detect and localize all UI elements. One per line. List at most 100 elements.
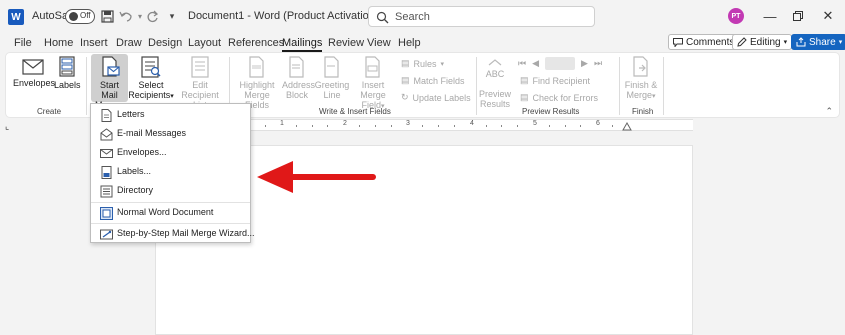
record-number-input[interactable] bbox=[545, 57, 576, 70]
ruler-tick bbox=[565, 125, 566, 127]
menu-item-email-messages[interactable]: E-mail Messages bbox=[91, 125, 250, 144]
tab-home[interactable]: Home bbox=[44, 37, 73, 49]
ruler-tick bbox=[438, 125, 439, 127]
comments-button[interactable]: Comments bbox=[668, 34, 740, 50]
insert-merge-field-button[interactable]: Insert Merge Field▾ bbox=[349, 56, 397, 112]
menu-item-directory[interactable]: Directory bbox=[91, 182, 250, 201]
menu-item-mail-merge-wizard[interactable]: Step-by-Step Mail Merge Wizard... bbox=[91, 225, 255, 244]
check-errors-icon: ▤ bbox=[520, 92, 529, 102]
menu-item-label: Directory bbox=[117, 185, 154, 195]
tab-design[interactable]: Design bbox=[148, 37, 182, 49]
record-navigation: ⏮ ◀ ▶ ⏭ bbox=[518, 57, 602, 70]
share-icon bbox=[796, 37, 806, 47]
label-icon bbox=[101, 166, 112, 179]
highlight-merge-fields-button[interactable]: Highlight Merge Fields bbox=[232, 56, 282, 110]
address-block-icon bbox=[289, 56, 304, 78]
tab-layout[interactable]: Layout bbox=[188, 37, 221, 49]
menu-item-label: Labels... bbox=[117, 166, 152, 176]
ruler-tick bbox=[265, 125, 266, 127]
rules-button[interactable]: ▤ Rules ▾ bbox=[401, 58, 444, 69]
group-separator bbox=[619, 57, 620, 115]
labels-button[interactable]: Labels bbox=[54, 56, 81, 90]
start-mail-merge-menu: Letters E-mail Messages Envelopes... Lab… bbox=[90, 103, 255, 244]
greeting-line-icon bbox=[324, 56, 339, 78]
group-separator bbox=[476, 57, 477, 115]
vertical-ruler[interactable] bbox=[0, 131, 14, 335]
share-button[interactable]: Share ▾ bbox=[791, 34, 845, 50]
document-envelope-icon bbox=[101, 56, 120, 77]
ruler-tick bbox=[549, 125, 550, 127]
envelopes-button[interactable]: Envelopes bbox=[13, 58, 55, 88]
insert-merge-line1: Insert Merge bbox=[360, 80, 386, 100]
address-line2: Block bbox=[285, 90, 308, 100]
tab-file[interactable]: File bbox=[14, 37, 32, 49]
restore-icon[interactable] bbox=[788, 7, 808, 25]
tab-mailings[interactable]: Mailings bbox=[282, 37, 323, 52]
avatar[interactable]: PT bbox=[728, 8, 744, 24]
preview-results-button[interactable]: ABC Preview Results bbox=[479, 57, 511, 109]
tab-draw[interactable]: Draw bbox=[116, 37, 142, 49]
search-box[interactable]: Search bbox=[368, 6, 595, 27]
greeting-line-button[interactable]: Greeting Line bbox=[314, 56, 350, 100]
menu-item-label: Envelopes... bbox=[117, 147, 167, 157]
autosave-toggle[interactable]: Off bbox=[65, 9, 95, 24]
find-recipient-button[interactable]: ▤ Find Recipient bbox=[520, 75, 590, 86]
editing-button[interactable]: Editing ▾ bbox=[732, 34, 793, 50]
preview-abc: ABC bbox=[485, 69, 505, 79]
tab-references[interactable]: References bbox=[228, 37, 284, 49]
edit-list-icon bbox=[191, 56, 209, 78]
menu-item-envelopes[interactable]: Envelopes... bbox=[91, 144, 250, 163]
edit-recipient-line1: Edit bbox=[192, 80, 208, 90]
customize-qat-icon[interactable]: ▾ bbox=[164, 8, 180, 24]
update-labels-icon: ↻ bbox=[401, 92, 409, 102]
check-errors-label: Check for Errors bbox=[532, 92, 599, 103]
highlight-fields-icon bbox=[249, 56, 264, 78]
comments-label: Comments bbox=[686, 36, 735, 48]
select-recipients-button[interactable]: Select Recipients▾ bbox=[128, 56, 174, 102]
menu-item-letters[interactable]: Letters bbox=[91, 106, 250, 125]
redo-icon[interactable] bbox=[144, 8, 160, 24]
right-indent-marker-icon[interactable] bbox=[622, 120, 632, 131]
pencil-icon bbox=[737, 37, 747, 47]
group-separator bbox=[663, 57, 664, 115]
edit-recipient-list-button[interactable]: Edit Recipient List bbox=[174, 56, 226, 110]
save-icon[interactable] bbox=[99, 8, 115, 24]
tab-review[interactable]: Review bbox=[328, 37, 364, 49]
finish-merge-button[interactable]: Finish & Merge▾ bbox=[622, 56, 660, 102]
tab-insert[interactable]: Insert bbox=[80, 37, 108, 49]
match-fields-button[interactable]: ▤ Match Fields bbox=[401, 75, 465, 86]
greeting-line2: Line bbox=[323, 90, 341, 100]
chevron-down-icon: ▾ bbox=[652, 93, 656, 100]
check-for-errors-button[interactable]: ▤ Check for Errors bbox=[520, 92, 598, 103]
group-label-finish: Finish bbox=[632, 107, 654, 116]
previous-record-icon[interactable]: ◀ bbox=[532, 58, 539, 69]
title-bar: W AutoSave Off ▾ ▾ Document1 - Word (Pro… bbox=[0, 0, 845, 33]
ruler-tick bbox=[501, 125, 502, 127]
finish-line2: Merge bbox=[626, 90, 652, 100]
next-record-icon[interactable]: ▶ bbox=[581, 58, 588, 69]
ruler-tick bbox=[359, 125, 360, 127]
update-labels-button[interactable]: ↻ Update Labels bbox=[401, 92, 471, 103]
close-icon[interactable]: ✕ bbox=[818, 7, 838, 25]
tab-view[interactable]: View bbox=[367, 37, 391, 49]
menu-item-normal-word-document[interactable]: Normal Word Document bbox=[91, 204, 250, 223]
finish-line1: Finish & bbox=[624, 80, 658, 90]
search-icon bbox=[376, 11, 389, 24]
chevron-down-icon: ▾ bbox=[783, 39, 788, 46]
find-recipient-label: Find Recipient bbox=[532, 75, 591, 86]
menu-separator bbox=[91, 223, 250, 224]
group-label-create: Create bbox=[37, 107, 62, 116]
collapse-ribbon-icon[interactable]: ⌃ bbox=[825, 106, 833, 117]
tab-help[interactable]: Help bbox=[398, 37, 421, 49]
toggle-knob bbox=[69, 12, 78, 21]
menu-item-labels[interactable]: Labels... bbox=[91, 163, 250, 182]
first-record-icon[interactable]: ⏮ bbox=[518, 58, 526, 69]
word-logo-icon: W bbox=[8, 9, 24, 25]
last-record-icon[interactable]: ⏭ bbox=[594, 58, 602, 69]
minimize-icon[interactable]: — bbox=[760, 7, 780, 25]
menu-item-label: Normal Word Document bbox=[117, 207, 214, 217]
ruler-tick bbox=[391, 125, 392, 127]
start-mail-merge-line1: Start Mail bbox=[99, 80, 119, 100]
envelope-icon bbox=[100, 149, 113, 158]
address-block-button[interactable]: Address Block bbox=[282, 56, 315, 100]
